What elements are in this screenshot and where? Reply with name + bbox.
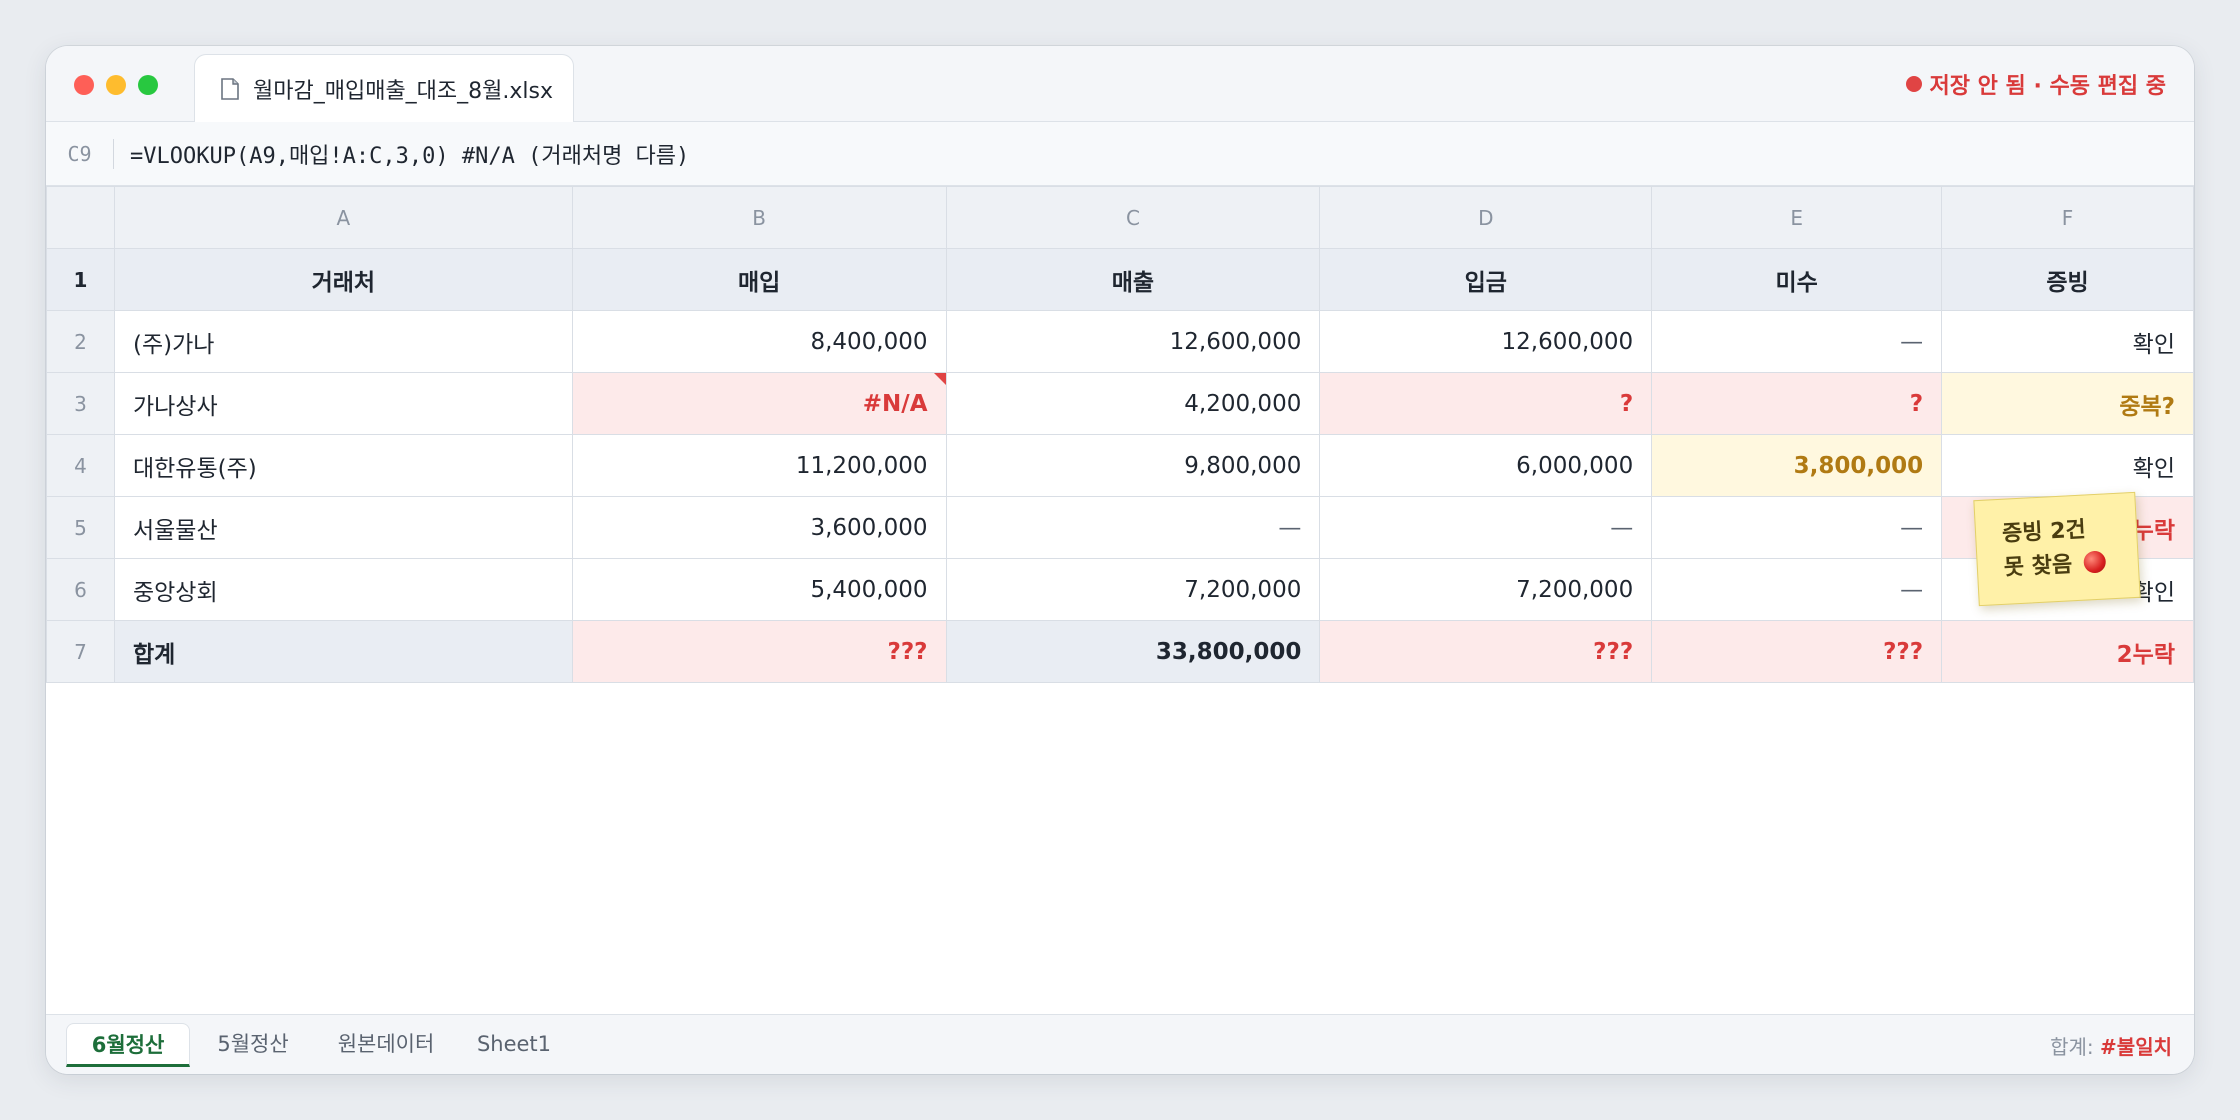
sticky-note[interactable]: 증빙 2건 못 찾음 (1973, 491, 2141, 607)
sheet-tab-raw-data[interactable]: 원본데이터 (322, 1023, 450, 1067)
cell-value: #N/A (862, 390, 928, 417)
sheet-tab-sheet1[interactable]: Sheet1 (466, 1023, 562, 1067)
cell[interactable]: — (945, 496, 1321, 559)
close-window-button[interactable] (74, 75, 94, 95)
cell-total-label[interactable]: 합계 (113, 620, 573, 683)
table-row-total: 7 합계 ??? 33,800,000 ??? ??? 2누락 (46, 620, 2194, 683)
document-icon (221, 77, 239, 100)
cell-warning[interactable]: 3,800,000 (1651, 434, 1943, 497)
cell-error[interactable]: ? (1651, 372, 1943, 435)
unsaved-dot-icon (1905, 76, 1922, 92)
cell-error[interactable]: 2누락 (1941, 620, 2194, 683)
minimize-window-button[interactable] (106, 75, 126, 95)
status-summary: 합계: #불일치 (2050, 1031, 2172, 1060)
cell-header-purchase[interactable]: 매입 (571, 248, 947, 311)
cell-reference[interactable]: C9 (46, 138, 114, 169)
cell-header-deposit[interactable]: 입금 (1319, 248, 1653, 311)
table-row: 2 (주)가나 8,400,000 12,600,000 12,600,000 … (46, 310, 2194, 373)
select-all-corner[interactable] (46, 186, 115, 249)
cell-header-evidence[interactable]: 증빙 (1941, 248, 2194, 311)
cell[interactable]: 12,600,000 (1319, 310, 1653, 373)
pushpin-icon (2083, 550, 2107, 574)
cell[interactable]: 중앙상회 (113, 558, 573, 621)
cell[interactable]: 12,600,000 (945, 310, 1321, 373)
row-number[interactable]: 1 (46, 248, 115, 311)
file-name: 월마감_매입매출_대조_8월.xlsx (253, 78, 554, 104)
cell-error-na[interactable]: #N/A (571, 372, 947, 435)
row-number[interactable]: 2 (46, 310, 115, 373)
cell[interactable]: (주)가나 (113, 310, 573, 373)
row-number[interactable]: 7 (46, 620, 115, 683)
cell[interactable]: 11,200,000 (571, 434, 947, 497)
cell[interactable]: — (1319, 496, 1653, 559)
row-number[interactable]: 4 (46, 434, 115, 497)
cell[interactable]: 확인 (1941, 310, 2194, 373)
cell[interactable]: 7,200,000 (1319, 558, 1653, 621)
sticky-note-line2-text: 못 찾음 (2003, 552, 2073, 581)
cell[interactable]: — (1651, 310, 1943, 373)
formula-bar: C9 =VLOOKUP(A9,매입!A:C,3,0) #N/A (거래처명 다름… (46, 122, 2194, 186)
formula-input[interactable]: =VLOOKUP(A9,매입!A:C,3,0) #N/A (거래처명 다름) (114, 138, 689, 170)
cell-error[interactable]: ??? (571, 620, 947, 683)
sheet-tab-may[interactable]: 5월정산 (200, 1023, 306, 1067)
column-header-d[interactable]: D (1319, 186, 1653, 249)
column-header-a[interactable]: A (113, 186, 573, 249)
sticky-note-line2: 못 찾음 (2003, 545, 2139, 586)
table-row: 6 중앙상회 5,400,000 7,200,000 7,200,000 — 확… (46, 558, 2194, 621)
row-number[interactable]: 5 (46, 496, 115, 559)
row-number[interactable]: 6 (46, 558, 115, 621)
cell[interactable]: 7,200,000 (945, 558, 1321, 621)
column-header-f[interactable]: F (1941, 186, 2194, 249)
maximize-window-button[interactable] (138, 75, 158, 95)
cell-error[interactable]: ??? (1651, 620, 1943, 683)
spreadsheet-window: 월마감_매입매출_대조_8월.xlsx 저장 안 됨 · 수동 편집 중 C9 … (46, 46, 2194, 1074)
sheet-tab-bar: 6월정산 5월정산 원본데이터 Sheet1 합계: #불일치 (46, 1014, 2194, 1074)
status-label: 합계: (2050, 1035, 2094, 1059)
status-value: #불일치 (2100, 1035, 2172, 1059)
cell[interactable]: 확인 (1941, 434, 2194, 497)
cell-warning[interactable]: 중복? (1941, 372, 2194, 435)
cell-header-vendor[interactable]: 거래처 (113, 248, 573, 311)
sheet-grid: A B C D E F 1 거래처 매입 매출 입금 미수 증빙 2 (주)가나… (46, 186, 2194, 683)
cell-total[interactable]: 33,800,000 (945, 620, 1321, 683)
title-bar: 월마감_매입매출_대조_8월.xlsx 저장 안 됨 · 수동 편집 중 (46, 46, 2194, 122)
table-row: 4 대한유통(주) 11,200,000 9,800,000 6,000,000… (46, 434, 2194, 497)
column-header-c[interactable]: C (945, 186, 1321, 249)
error-indicator-icon (933, 373, 946, 385)
cell-error[interactable]: ??? (1319, 620, 1653, 683)
table-row: 3 가나상사 #N/A 4,200,000 ? ? 중복? (46, 372, 2194, 435)
cell[interactable]: — (1651, 496, 1943, 559)
cell-header-receivable[interactable]: 미수 (1651, 248, 1943, 311)
column-header-e[interactable]: E (1651, 186, 1943, 249)
cell[interactable]: 대한유통(주) (113, 434, 573, 497)
cell[interactable]: 8,400,000 (571, 310, 947, 373)
save-status-text: 저장 안 됨 · 수동 편집 중 (1929, 74, 2166, 99)
file-tab[interactable]: 월마감_매입매출_대조_8월.xlsx (194, 54, 574, 122)
save-status: 저장 안 됨 · 수동 편집 중 (1905, 66, 2166, 102)
cell[interactable]: 5,400,000 (571, 558, 947, 621)
cell[interactable]: 6,000,000 (1319, 434, 1653, 497)
table-row: 1 거래처 매입 매출 입금 미수 증빙 (46, 248, 2194, 311)
table-row: 5 서울물산 3,600,000 — — — 누락 (46, 496, 2194, 559)
cell-header-sales[interactable]: 매출 (945, 248, 1321, 311)
sheet-tab-june[interactable]: 6월정산 (66, 1023, 190, 1067)
row-number[interactable]: 3 (46, 372, 115, 435)
column-header-b[interactable]: B (571, 186, 947, 249)
cell[interactable]: 3,600,000 (571, 496, 947, 559)
cell[interactable]: 가나상사 (113, 372, 573, 435)
cell[interactable]: 9,800,000 (945, 434, 1321, 497)
cell[interactable]: — (1651, 558, 1943, 621)
cell-error[interactable]: ? (1319, 372, 1653, 435)
cell[interactable]: 서울물산 (113, 496, 573, 559)
cell[interactable]: 4,200,000 (945, 372, 1321, 435)
